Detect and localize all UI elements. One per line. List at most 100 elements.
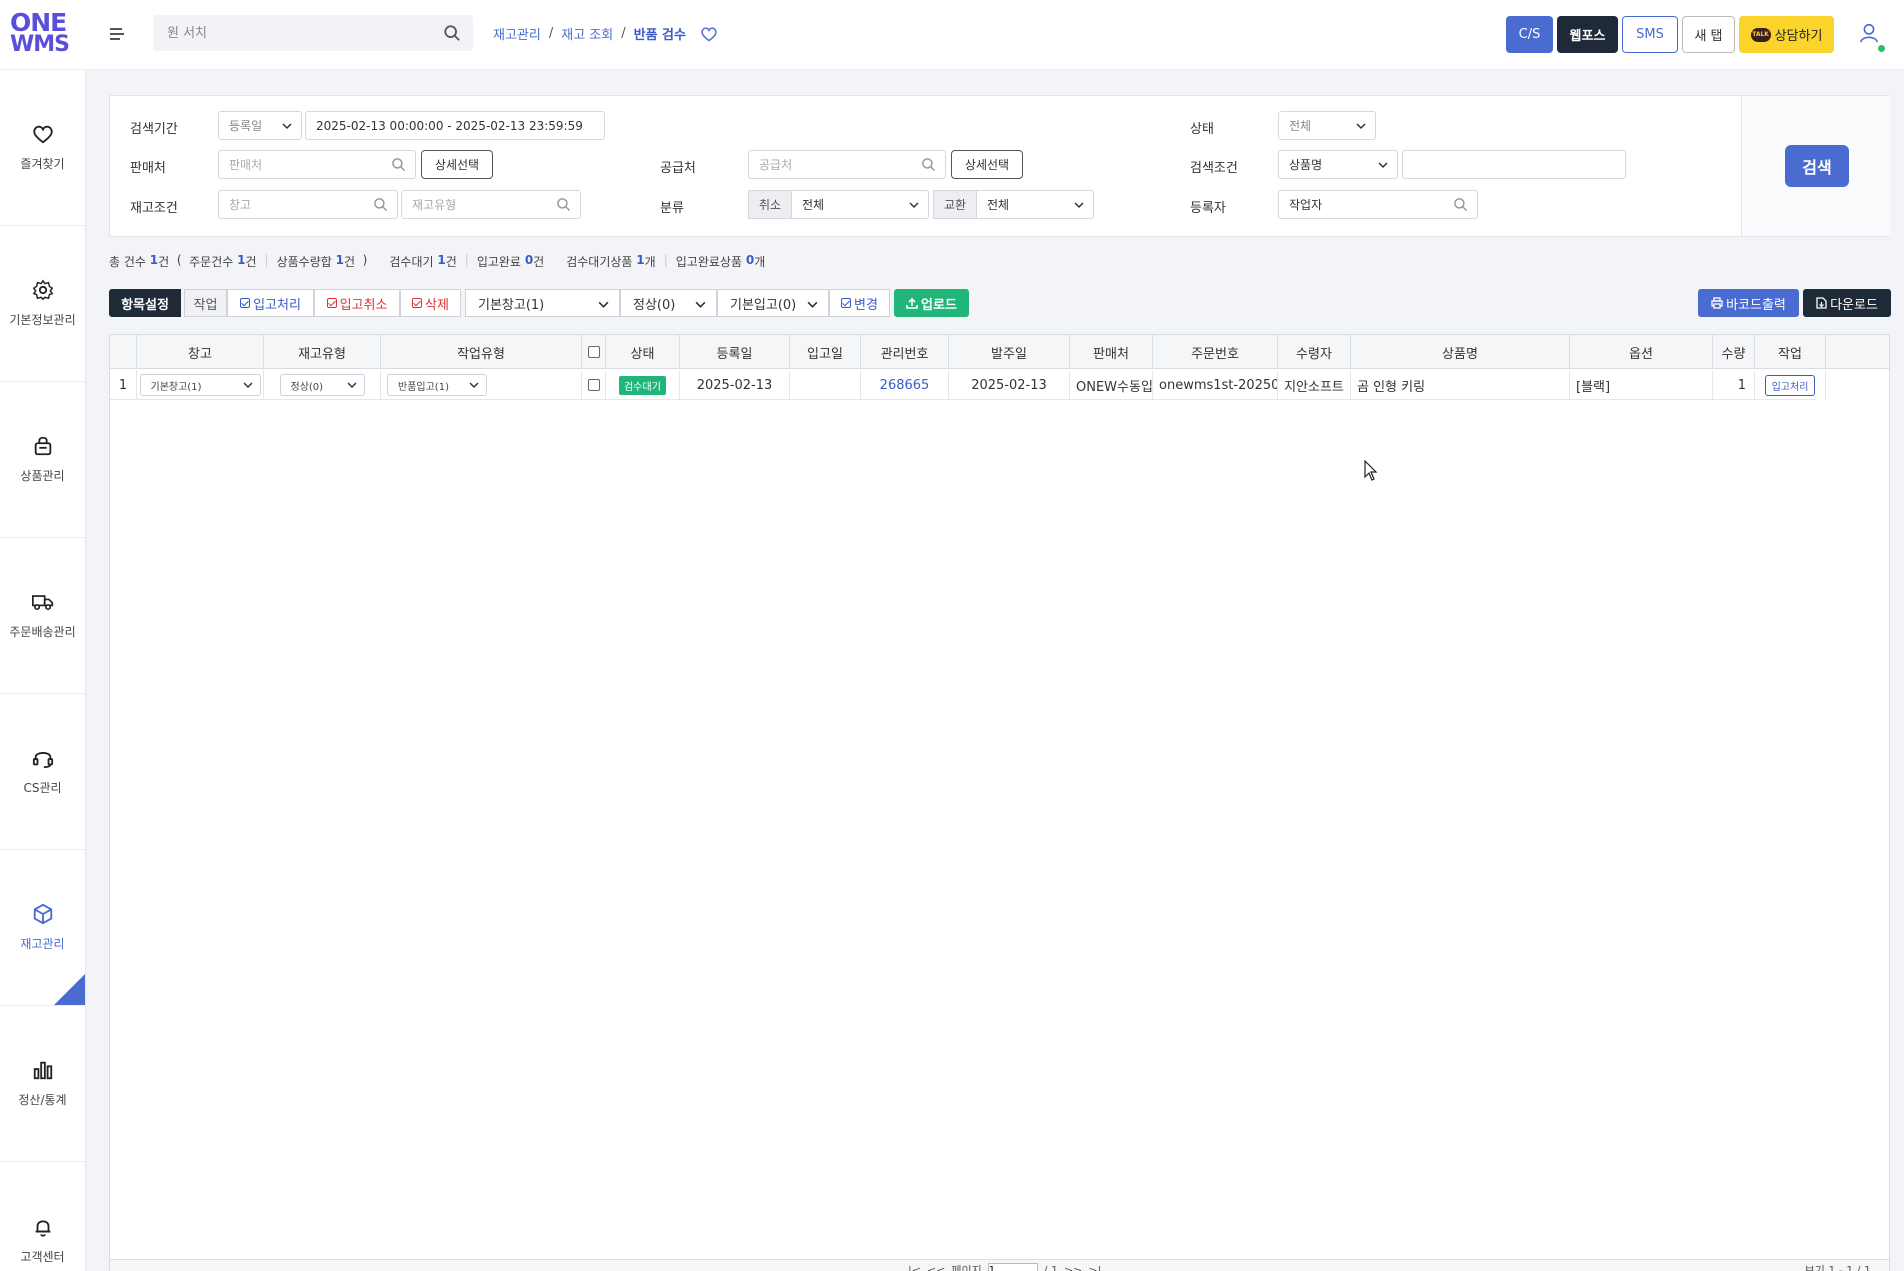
download-button[interactable]: 다운로드 [1803,289,1891,317]
summary-done-label: 입고완료 [476,255,521,269]
favorite-heart-icon[interactable] [700,26,718,42]
stock-type-batch-select[interactable]: 정상(0) [620,289,717,317]
search-icon[interactable] [373,197,388,212]
search-keyword-input[interactable] [1402,150,1626,179]
exchange-select[interactable]: 전체 [976,190,1094,219]
search-icon[interactable] [391,157,406,172]
col-header-action[interactable]: 작업 [1755,335,1826,369]
mgmt-no-link[interactable]: 268665 [880,378,930,393]
change-button[interactable]: 변경 [829,289,890,317]
talk-consult-button[interactable]: TALK 상담하기 [1739,16,1834,53]
col-header-receiver[interactable]: 수령자 [1278,335,1351,369]
next-page-icon[interactable]: >> [1064,1264,1082,1271]
stock-type-input[interactable] [401,190,581,219]
col-header-warehouse[interactable]: 창고 [137,335,264,369]
search-cond-value: 상품명 [1289,158,1323,172]
upload-button-label: 업로드 [921,297,957,313]
user-profile-icon[interactable] [1858,22,1880,44]
prev-page-icon[interactable]: << [927,1264,945,1271]
first-page-icon[interactable]: |< [908,1264,921,1271]
chevron-down-icon [1378,162,1388,169]
row-stock-type-select[interactable]: 정상(0) [279,374,365,396]
row-in-date [790,370,861,400]
breadcrumb-stock-view[interactable]: 재고 조회 [561,24,613,43]
sms-button[interactable]: SMS [1622,16,1678,53]
row-receive-button[interactable]: 입고처리 [1764,374,1816,396]
col-header-status[interactable]: 상태 [606,335,680,369]
status-select[interactable]: 전체 [1278,111,1376,140]
col-header-seller[interactable]: 판매처 [1070,335,1153,369]
sidebar-item-favorites[interactable]: 즐겨찾기 [0,70,85,226]
row-warehouse-cell: 기본창고(1) [137,370,264,400]
last-page-icon[interactable]: >| [1088,1264,1101,1271]
summary-unit: 개 [644,255,656,269]
sidebar-item-orders[interactable]: 주문배송관리 [0,538,85,694]
row-status-cell: 검수대기 [606,370,680,400]
col-header-in-date[interactable]: 입고일 [790,335,861,369]
col-header-stock-type[interactable]: 재고유형 [264,335,381,369]
period-type-select[interactable]: 등록일 [218,111,302,140]
new-tab-button[interactable]: 새 탭 [1682,16,1735,53]
cancel-receive-button[interactable]: 입고취소 [314,289,400,317]
table-row[interactable]: 1 기본창고(1) 정상(0) 반품입고(1) 검수대기 2025-02-13 … [110,370,1826,400]
warehouse-batch-select[interactable]: 기본창고(1) [465,289,620,317]
menu-toggle-icon[interactable] [110,26,126,42]
row-work-type-select[interactable]: 반품입고(1) [387,374,487,396]
col-header-select-all[interactable] [582,335,606,369]
sidebar-item-basic-info[interactable]: 기본정보관리 [0,226,85,382]
row-product: 곰 인형 키링 [1351,370,1570,400]
sidebar-item-inventory[interactable]: 재고관리 [0,850,85,1006]
search-cond-select[interactable]: 상품명 [1278,150,1398,179]
onewms-logo[interactable]: ONE WMS [10,10,72,60]
seller-input[interactable] [218,150,416,179]
registrant-input[interactable]: 작업자 [1278,190,1478,219]
row-checkbox[interactable] [587,379,600,391]
page-input[interactable] [987,1263,1038,1271]
search-icon[interactable] [443,24,461,42]
col-header-order-no[interactable]: 주문번호 [1153,335,1278,369]
col-header-mgmt-no[interactable]: 관리번호 [861,335,949,369]
row-seller: ONEW수동입 [1070,370,1153,400]
search-button[interactable]: 검색 [1785,145,1849,187]
col-header-qty[interactable]: 수량 [1713,335,1755,369]
search-icon[interactable] [921,157,936,172]
cs-button[interactable]: C/S [1506,16,1553,53]
checkbox-icon [412,298,423,308]
period-range-input[interactable]: 2025-02-13 00:00:00 - 2025-02-13 23:59:5… [305,111,605,140]
row-warehouse-select[interactable]: 기본창고(1) [139,374,261,396]
checkbox-icon [841,298,852,308]
bell-icon [35,1219,50,1237]
receive-button[interactable]: 입고처리 [227,289,314,317]
global-search-input[interactable] [153,15,473,51]
summary-unit: 건 [343,255,356,269]
supplier-input[interactable] [748,150,946,179]
search-icon[interactable] [556,197,571,212]
row-order-date: 2025-02-13 [949,370,1070,400]
breadcrumb-inventory[interactable]: 재고관리 [493,24,541,43]
supplier-label: 공급처 [660,161,696,176]
sidebar-item-products[interactable]: 상품관리 [0,382,85,538]
seller-detail-button[interactable]: 상세선택 [421,150,493,179]
upload-button[interactable]: 업로드 [894,289,969,317]
receive-type-batch-select[interactable]: 기본입고(0) [717,289,829,317]
supplier-detail-button[interactable]: 상세선택 [951,150,1023,179]
col-header-work-type[interactable]: 작업유형 [381,335,582,369]
sidebar-item-cs[interactable]: CS관리 [0,694,85,850]
col-header-product[interactable]: 상품명 [1351,335,1570,369]
cancel-select[interactable]: 전체 [791,190,929,219]
talk-consult-label: 상담하기 [1774,29,1823,44]
online-status-dot [1878,45,1885,52]
warehouse-input[interactable] [218,190,398,219]
receive-type-batch-value: 기본입고(0) [730,297,797,313]
delete-button[interactable]: 삭제 [400,289,461,317]
col-header-reg-date[interactable]: 등록일 [680,335,790,369]
select-all-checkbox[interactable] [587,346,600,358]
search-icon[interactable] [1453,197,1468,212]
sidebar-item-support[interactable]: 고객센터 [0,1162,85,1271]
webforce-button[interactable]: 웹포스 [1557,16,1618,53]
column-settings-button[interactable]: 항목설정 [109,289,181,317]
sidebar-item-stats[interactable]: 정산/통계 [0,1006,85,1162]
col-header-option[interactable]: 옵션 [1570,335,1713,369]
barcode-print-button[interactable]: 바코드출력 [1698,289,1799,317]
col-header-order-date[interactable]: 발주일 [949,335,1070,369]
